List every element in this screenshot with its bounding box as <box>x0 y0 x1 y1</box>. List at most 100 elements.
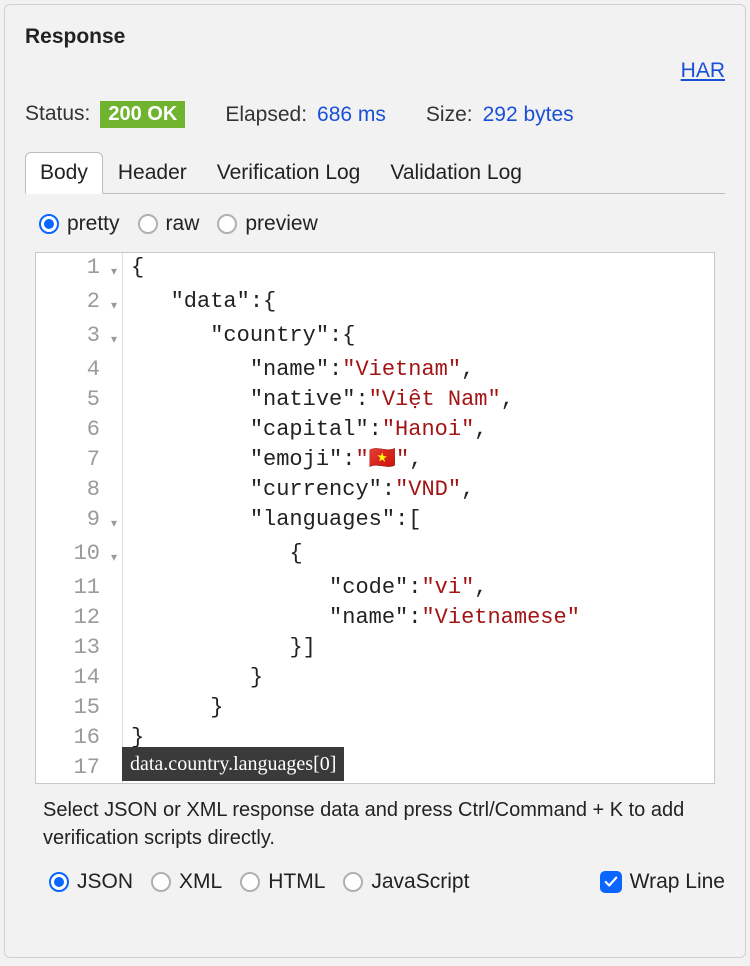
fold-icon[interactable]: ▾ <box>106 287 122 321</box>
line-number: 3 <box>36 321 106 355</box>
code-content[interactable]: "native":"Việt Nam", <box>123 385 514 415</box>
line-number: 14 <box>36 663 106 693</box>
code-line[interactable]: 11 "code":"vi", <box>36 573 714 603</box>
code-content[interactable]: "languages":[ <box>123 505 421 539</box>
view-mode-label: preview <box>245 212 317 236</box>
status-row: Status: 200 OK Elapsed: 686 ms Size: 292… <box>25 101 725 128</box>
line-number: 16 <box>36 723 106 753</box>
fold-icon <box>106 633 122 663</box>
code-content[interactable]: "emoji":"🇻🇳", <box>123 445 422 475</box>
format-label: XML <box>179 870 222 894</box>
status-badge: 200 OK <box>100 101 185 128</box>
size-value: 292 bytes <box>483 103 574 127</box>
view-mode-preview[interactable]: preview <box>217 212 317 236</box>
code-content[interactable]: "code":"vi", <box>123 573 487 603</box>
tab-validation-log[interactable]: Validation Log <box>375 152 537 194</box>
radio-icon <box>343 872 363 892</box>
format-label: HTML <box>268 870 325 894</box>
elapsed-label: Elapsed: <box>225 103 307 127</box>
fold-icon[interactable]: ▾ <box>106 539 122 573</box>
line-number: 6 <box>36 415 106 445</box>
view-mode-pretty[interactable]: pretty <box>39 212 120 236</box>
line-number: 12 <box>36 603 106 633</box>
fold-icon <box>106 573 122 603</box>
code-content[interactable]: } <box>123 693 223 723</box>
line-number: 4 <box>36 355 106 385</box>
fold-icon[interactable]: ▾ <box>106 321 122 355</box>
code-line[interactable]: 2▾ "data":{ <box>36 287 714 321</box>
view-mode-row: pretty raw preview <box>39 212 725 236</box>
fold-icon <box>106 603 122 633</box>
tab-body[interactable]: Body <box>25 152 103 194</box>
line-number: 8 <box>36 475 106 505</box>
elapsed-value: 686 ms <box>317 103 386 127</box>
format-javascript[interactable]: JavaScript <box>343 870 469 894</box>
size-label: Size: <box>426 103 473 127</box>
radio-icon <box>217 214 237 234</box>
code-line[interactable]: 6 "capital":"Hanoi", <box>36 415 714 445</box>
code-content[interactable]: "name":"Vietnamese" <box>123 603 580 633</box>
har-link[interactable]: HAR <box>681 59 725 82</box>
format-html[interactable]: HTML <box>240 870 325 894</box>
format-label: JSON <box>77 870 133 894</box>
code-content[interactable]: { <box>123 253 144 287</box>
fold-icon <box>106 355 122 385</box>
code-content[interactable]: "country":{ <box>123 321 355 355</box>
code-line[interactable]: 1▾{ <box>36 253 714 287</box>
fold-icon <box>106 663 122 693</box>
fold-icon <box>106 415 122 445</box>
code-content[interactable]: }] <box>123 633 316 663</box>
har-row: HAR <box>25 59 725 83</box>
line-number: 5 <box>36 385 106 415</box>
line-number: 2 <box>36 287 106 321</box>
code-content[interactable]: { <box>123 539 303 573</box>
panel-title: Response <box>25 25 725 49</box>
format-xml[interactable]: XML <box>151 870 222 894</box>
code-line[interactable]: 5 "native":"Việt Nam", <box>36 385 714 415</box>
json-path-tooltip: data.country.languages[0] <box>122 747 344 781</box>
view-mode-label: raw <box>166 212 200 236</box>
code-content[interactable]: "currency":"VND", <box>123 475 474 505</box>
format-label: JavaScript <box>371 870 469 894</box>
fold-icon <box>106 753 122 783</box>
radio-icon <box>151 872 171 892</box>
status-label: Status: <box>25 102 90 126</box>
fold-icon <box>106 693 122 723</box>
response-panel: Response HAR Status: 200 OK Elapsed: 686… <box>4 4 746 958</box>
line-number: 11 <box>36 573 106 603</box>
code-content[interactable]: "name":"Vietnam", <box>123 355 474 385</box>
code-line[interactable]: 12 "name":"Vietnamese" <box>36 603 714 633</box>
format-row: JSON XML HTML JavaScript Wrap Line <box>49 870 725 894</box>
fold-icon[interactable]: ▾ <box>106 505 122 539</box>
tabs: Body Header Verification Log Validation … <box>25 152 725 194</box>
format-json[interactable]: JSON <box>49 870 133 894</box>
wrap-line-checkbox[interactable]: Wrap Line <box>600 870 725 894</box>
fold-icon <box>106 723 122 753</box>
tab-verification-log[interactable]: Verification Log <box>202 152 376 194</box>
view-mode-label: pretty <box>67 212 120 236</box>
fold-icon <box>106 475 122 505</box>
code-line[interactable]: 10▾ { <box>36 539 714 573</box>
code-line[interactable]: 4 "name":"Vietnam", <box>36 355 714 385</box>
code-line[interactable]: 7 "emoji":"🇻🇳", <box>36 445 714 475</box>
fold-icon[interactable]: ▾ <box>106 253 122 287</box>
code-line[interactable]: 14 } <box>36 663 714 693</box>
code-editor[interactable]: 1▾{2▾ "data":{3▾ "country":{4 "name":"Vi… <box>35 252 715 784</box>
view-mode-raw[interactable]: raw <box>138 212 200 236</box>
code-line[interactable]: 9▾ "languages":[ <box>36 505 714 539</box>
wrap-line-label: Wrap Line <box>630 870 725 894</box>
line-number: 1 <box>36 253 106 287</box>
code-content[interactable]: "capital":"Hanoi", <box>123 415 487 445</box>
tab-header[interactable]: Header <box>103 152 202 194</box>
line-number: 10 <box>36 539 106 573</box>
code-content[interactable]: } <box>123 663 263 693</box>
code-line[interactable]: 3▾ "country":{ <box>36 321 714 355</box>
code-content[interactable]: "data":{ <box>123 287 276 321</box>
fold-icon <box>106 445 122 475</box>
code-line[interactable]: 13 }] <box>36 633 714 663</box>
code-line[interactable]: 8 "currency":"VND", <box>36 475 714 505</box>
line-number: 15 <box>36 693 106 723</box>
fold-icon <box>106 385 122 415</box>
radio-icon <box>39 214 59 234</box>
code-line[interactable]: 15 } <box>36 693 714 723</box>
